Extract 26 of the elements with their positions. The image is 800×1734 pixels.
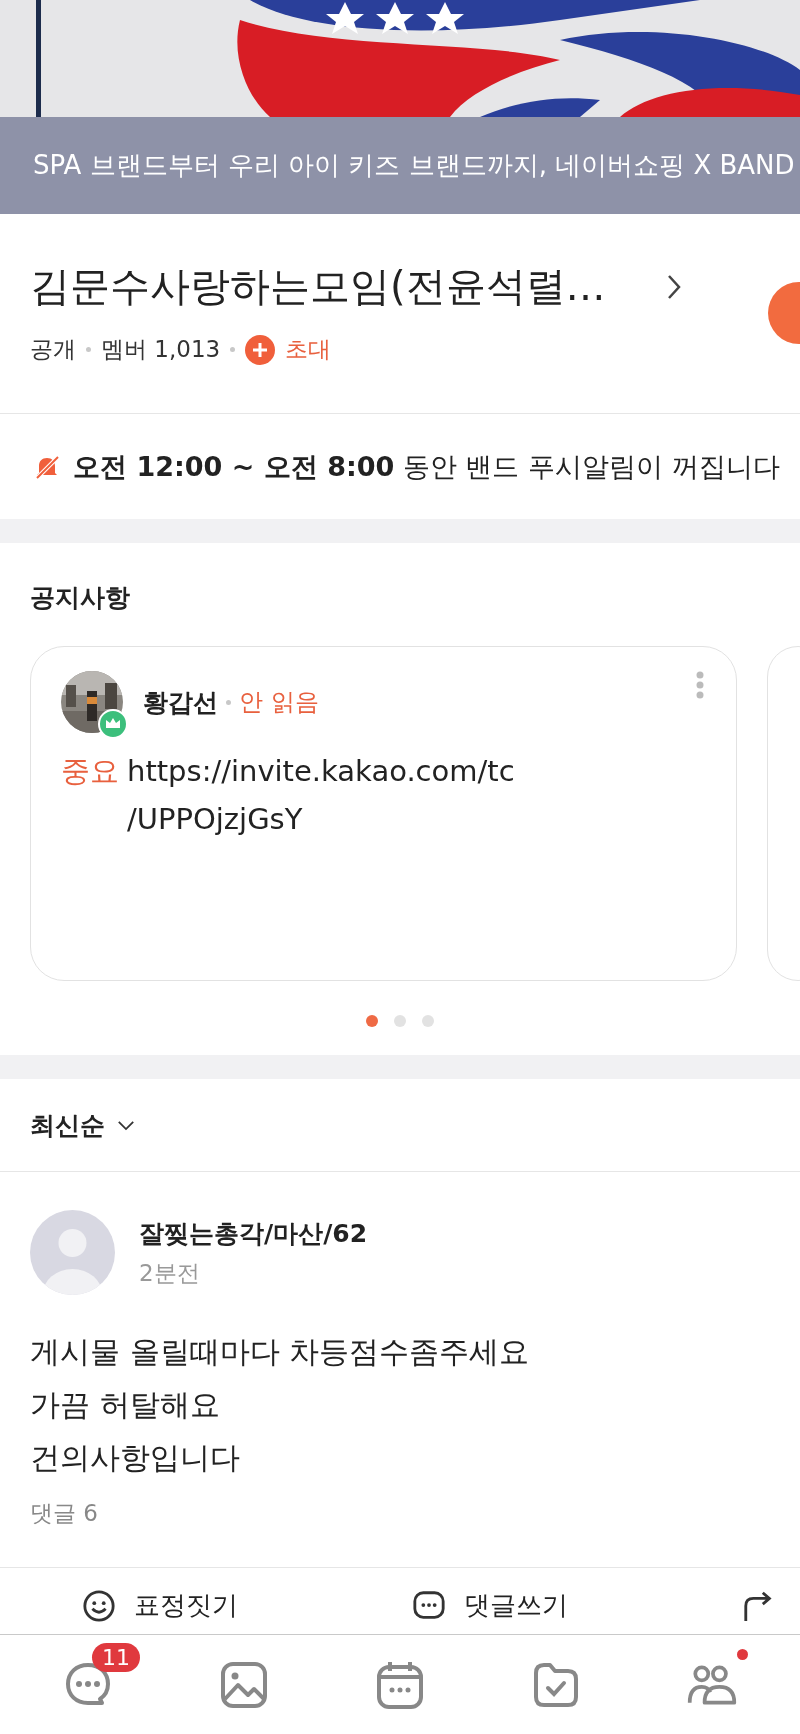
post-time: 2분전 <box>139 1258 201 1288</box>
action-label[interactable]: 댓글쓰기 <box>464 1588 568 1623</box>
notification-badge: 11 <box>92 1642 140 1672</box>
plus-icon[interactable] <box>245 334 276 365</box>
action-label[interactable]: 표정짓기 <box>134 1588 238 1623</box>
caret-icon <box>117 1119 135 1131</box>
band-info: 공개 <box>30 335 76 364</box>
author-name[interactable]: 잘찢는총각/마산/62 <box>139 1216 368 1250</box>
separator-dot <box>86 347 91 352</box>
more-icon[interactable] <box>696 671 704 699</box>
notice-text[interactable]: https://invite.kakao.com/tc /UPPOjzjGsY <box>127 747 515 843</box>
band-name[interactable]: 김문수사랑하는모임(전윤석렬… <box>30 259 606 314</box>
push-notice: 오전 12:00 ~ 오전 8:00 동안 밴드 푸시알림이 꺼집니다 <box>73 449 780 484</box>
important-tag: 중요 <box>61 747 119 795</box>
section-title: 공지사항 <box>29 582 131 614</box>
notice-card[interactable]: 황갑선 안 읽음 중요 https://invite.kakao.com/tc /UPPOjzjGsY <box>30 646 737 981</box>
post-body: 게시물 올릴때마다 차등점수좀주세요 가끔 허탈해요 건의사항입니다 <box>30 1333 531 1477</box>
author-name: 황갑선 <box>143 686 218 719</box>
separator-dot <box>230 347 236 352</box>
separator-dot <box>226 699 231 705</box>
banner-caption: SPA 브랜드부터 우리 아이 키즈 브랜드까지, 네이버쇼핑 X BAND <box>33 149 795 182</box>
band-info: 멤버 1,013 <box>101 335 221 364</box>
sort-dropdown[interactable]: 최신순 <box>0 1079 800 1172</box>
smiley-icon[interactable] <box>82 1588 116 1623</box>
read-status: 안 읽음 <box>239 687 319 718</box>
comment-count[interactable]: 댓글 6 <box>30 1500 98 1526</box>
